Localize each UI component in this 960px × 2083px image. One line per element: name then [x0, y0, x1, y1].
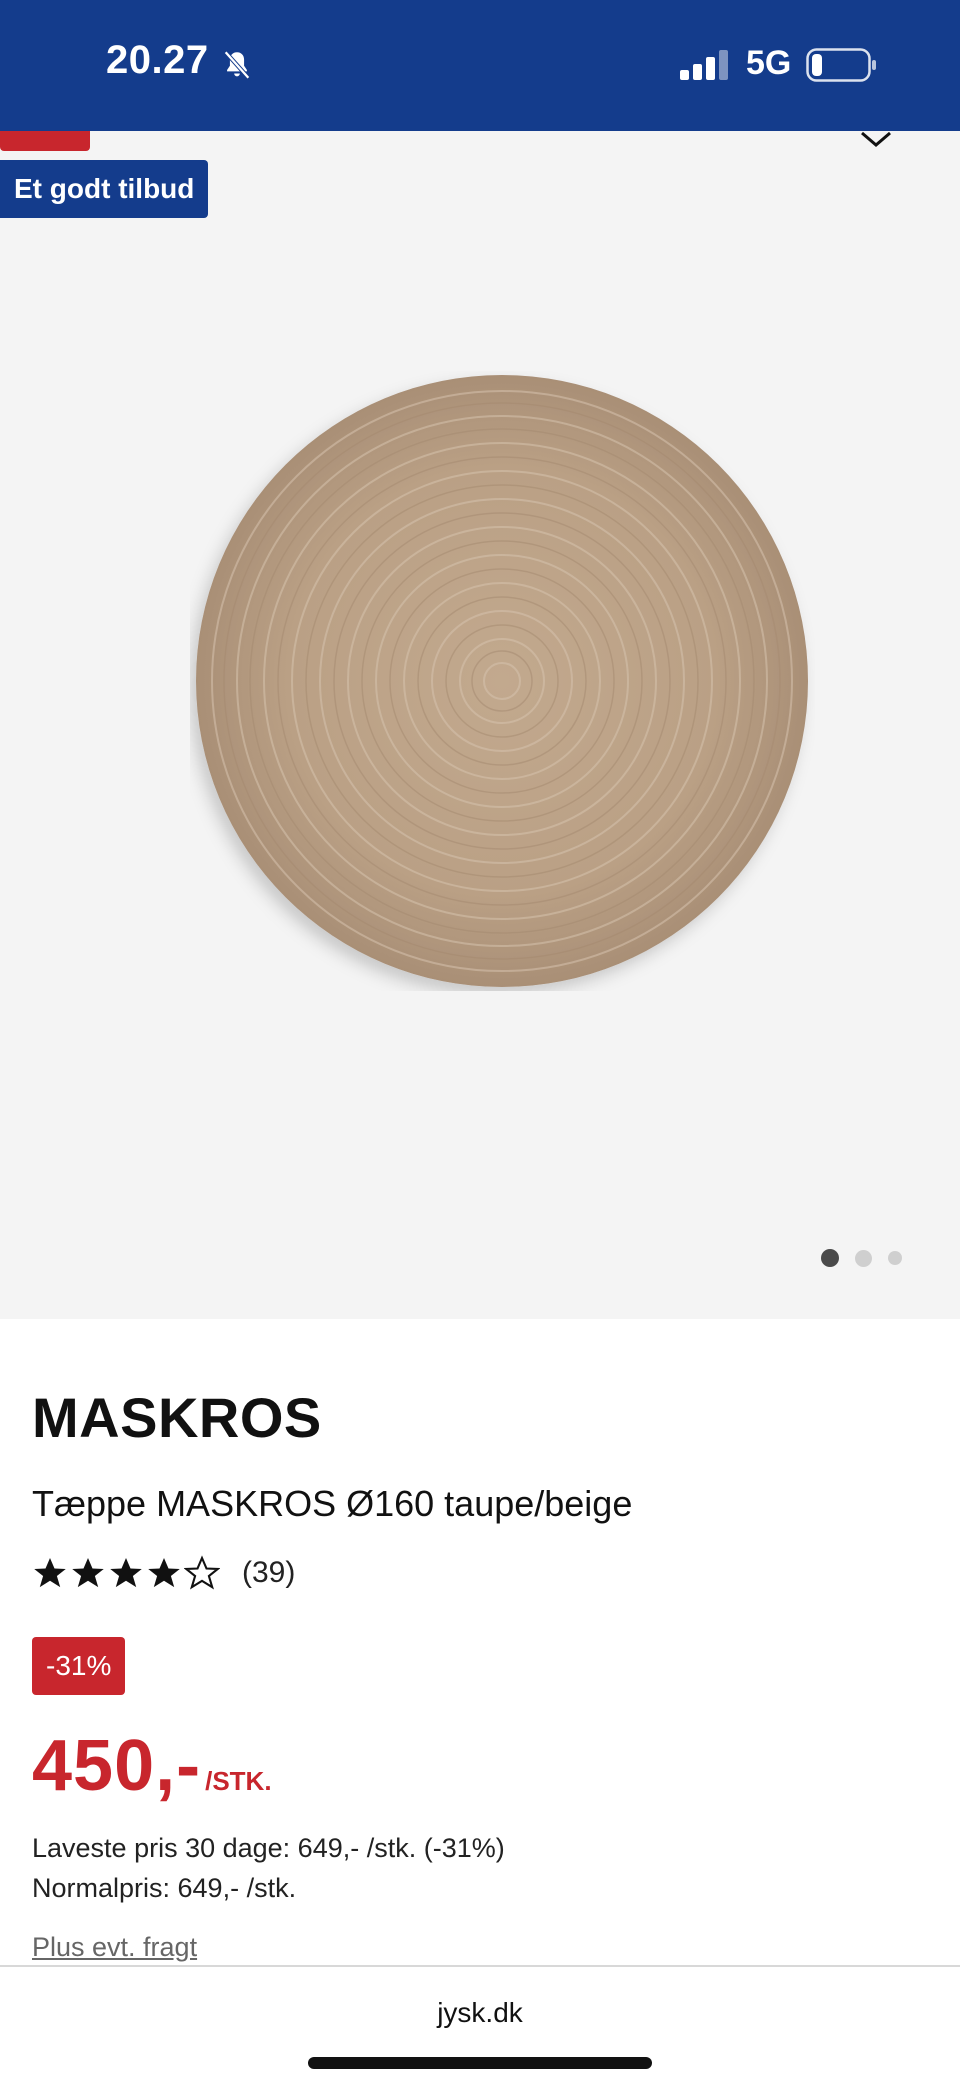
product-gallery[interactable]: Et godt tilbud: [0, 131, 960, 1319]
pagination-dot-1[interactable]: [821, 1249, 839, 1267]
offer-badge: Et godt tilbud: [0, 160, 209, 218]
status-time: 20.27: [106, 38, 209, 82]
lowest-price-30-days: Laveste pris 30 dage: 649,- /stk. (-31%): [32, 1833, 505, 1863]
discount-badge: -31%: [32, 1637, 126, 1695]
star-filled-icon: [148, 1558, 180, 1588]
product-name: Tæppe MASKROS Ø160 taupe/beige: [32, 1483, 633, 1524]
rating-stars: [32, 1555, 222, 1591]
url-text[interactable]: jysk.dk: [0, 1997, 960, 2029]
product-image[interactable]: [190, 371, 815, 991]
star-filled-icon: [72, 1558, 104, 1588]
price-row: 450,- /STK.: [32, 1725, 272, 1807]
network-type: 5G: [746, 44, 792, 82]
gallery-pagination[interactable]: [821, 1249, 902, 1267]
price-unit: /STK.: [205, 1766, 272, 1796]
product-info: MASKROS Tæppe MASKROS Ø160 taupe/beige (…: [32, 1385, 928, 1962]
review-count[interactable]: (39): [242, 1556, 295, 1590]
bell-slash-icon: [224, 50, 250, 80]
status-bar: 20.27 5G: [0, 0, 960, 131]
rating[interactable]: (39): [32, 1555, 295, 1591]
pagination-dot-2[interactable]: [855, 1249, 872, 1267]
freight-link[interactable]: Plus evt. fragt: [32, 1932, 197, 1963]
star-filled-icon: [34, 1558, 66, 1588]
battery-icon: [806, 48, 876, 82]
sale-tab-marker: [0, 131, 90, 151]
pagination-dot-3[interactable]: [888, 1251, 902, 1265]
chevron-down-icon[interactable]: [858, 131, 894, 151]
star-filled-icon: [110, 1558, 142, 1588]
price: 450,-: [32, 1726, 202, 1806]
star-empty-icon: [184, 1555, 220, 1590]
browser-address-bar[interactable]: jysk.dk: [0, 1965, 960, 2083]
normal-price: Normalpris: 649,- /stk.: [32, 1873, 297, 1903]
home-indicator[interactable]: [308, 2057, 652, 2069]
product-brand: MASKROS: [32, 1386, 322, 1449]
signal-icon: [680, 50, 728, 80]
